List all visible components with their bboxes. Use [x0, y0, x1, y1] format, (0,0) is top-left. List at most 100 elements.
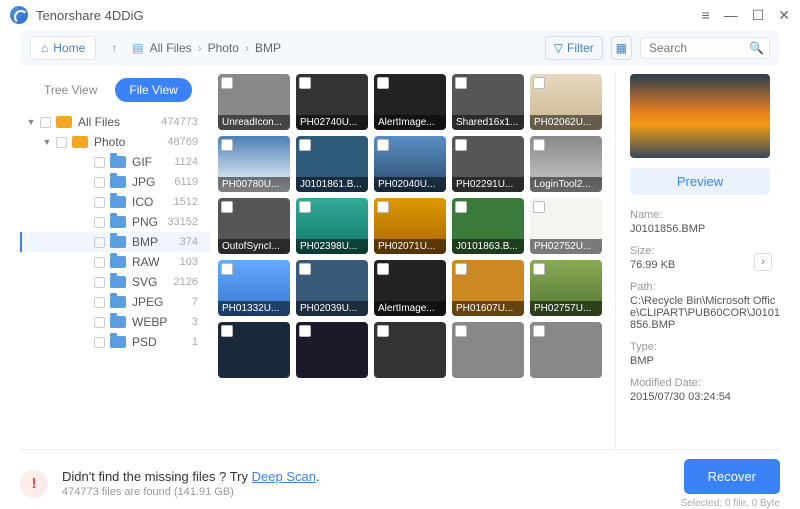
- tree-item-all-files[interactable]: ▼ All Files 474773: [20, 112, 210, 132]
- breadcrumb-item[interactable]: Photo: [208, 41, 239, 55]
- checkbox[interactable]: [377, 139, 389, 151]
- breadcrumb-item[interactable]: All Files: [150, 41, 192, 55]
- checkbox[interactable]: [533, 77, 545, 89]
- file-thumb[interactable]: [530, 322, 602, 378]
- checkbox[interactable]: [56, 137, 67, 148]
- home-button[interactable]: ⌂ Home: [30, 36, 96, 60]
- thumb-label: LoginTool2...: [530, 177, 602, 192]
- file-thumb[interactable]: OutofSyncI...: [218, 198, 290, 254]
- checkbox[interactable]: [299, 263, 311, 275]
- filter-button[interactable]: ▽ Filter: [545, 36, 603, 60]
- thumb-label: AlertImage...: [374, 115, 446, 130]
- file-thumb[interactable]: J0101863.B...: [452, 198, 524, 254]
- checkbox[interactable]: [94, 317, 105, 328]
- checkbox[interactable]: [94, 217, 105, 228]
- checkbox[interactable]: [299, 325, 311, 337]
- checkbox[interactable]: [299, 201, 311, 213]
- checkbox[interactable]: [299, 139, 311, 151]
- file-thumb[interactable]: [452, 322, 524, 378]
- checkbox[interactable]: [533, 201, 545, 213]
- close-icon[interactable]: ✕: [778, 7, 790, 24]
- minimize-icon[interactable]: —: [724, 7, 738, 24]
- checkbox[interactable]: [377, 263, 389, 275]
- file-thumb[interactable]: PH01332U...: [218, 260, 290, 316]
- checkbox[interactable]: [377, 77, 389, 89]
- file-thumb[interactable]: [374, 322, 446, 378]
- tree-count: 474773: [161, 116, 204, 128]
- thumb-label: AlertImage...: [374, 301, 446, 316]
- file-thumb[interactable]: PH01607U...: [452, 260, 524, 316]
- checkbox[interactable]: [299, 77, 311, 89]
- file-thumb[interactable]: PH02398U...: [296, 198, 368, 254]
- checkbox[interactable]: [221, 77, 233, 89]
- checkbox[interactable]: [40, 117, 51, 128]
- file-thumb[interactable]: LoginTool2...: [530, 136, 602, 192]
- tab-file-view[interactable]: File View: [115, 78, 191, 102]
- deep-scan-link[interactable]: Deep Scan: [252, 469, 316, 484]
- tree-item-png[interactable]: PNG 33152: [20, 212, 210, 232]
- checkbox[interactable]: [221, 201, 233, 213]
- tree-item-ico[interactable]: ICO 1512: [20, 192, 210, 212]
- expand-details-button[interactable]: ›: [754, 253, 772, 271]
- preview-button[interactable]: Preview: [630, 168, 770, 195]
- checkbox[interactable]: [94, 197, 105, 208]
- tree-item-jpg[interactable]: JPG 6119: [20, 172, 210, 192]
- checkbox[interactable]: [455, 325, 467, 337]
- tab-tree-view[interactable]: Tree View: [30, 78, 111, 102]
- file-thumb[interactable]: PH00780U...: [218, 136, 290, 192]
- tree-item-psd[interactable]: PSD 1: [20, 332, 210, 352]
- checkbox[interactable]: [221, 263, 233, 275]
- tree-label: PNG: [132, 215, 167, 229]
- tree-item-jpeg[interactable]: JPEG 7: [20, 292, 210, 312]
- file-thumb[interactable]: PH02291U...: [452, 136, 524, 192]
- checkbox[interactable]: [533, 139, 545, 151]
- checkbox[interactable]: [221, 139, 233, 151]
- checkbox[interactable]: [533, 325, 545, 337]
- file-thumb[interactable]: [296, 322, 368, 378]
- thumb-label: PH00780U...: [218, 177, 290, 192]
- maximize-icon[interactable]: ☐: [752, 7, 765, 24]
- file-thumb[interactable]: PH02752U...: [530, 198, 602, 254]
- file-thumb[interactable]: [218, 322, 290, 378]
- breadcrumb-item[interactable]: BMP: [255, 41, 281, 55]
- chevron-icon: ▼: [42, 137, 52, 147]
- file-thumb[interactable]: PH02740U...: [296, 74, 368, 130]
- checkbox[interactable]: [94, 337, 105, 348]
- file-thumb[interactable]: PH02757U...: [530, 260, 602, 316]
- file-thumb[interactable]: PH02062U...: [530, 74, 602, 130]
- warning-icon: !: [20, 470, 48, 498]
- file-thumb[interactable]: J0101861.B...: [296, 136, 368, 192]
- tree-item-bmp[interactable]: BMP 374: [20, 232, 210, 252]
- checkbox[interactable]: [221, 325, 233, 337]
- checkbox[interactable]: [94, 277, 105, 288]
- checkbox[interactable]: [377, 325, 389, 337]
- checkbox[interactable]: [377, 201, 389, 213]
- checkbox[interactable]: [455, 201, 467, 213]
- checkbox[interactable]: [94, 237, 105, 248]
- checkbox[interactable]: [533, 263, 545, 275]
- file-thumb[interactable]: PH02071U...: [374, 198, 446, 254]
- tree-item-raw[interactable]: RAW 103: [20, 252, 210, 272]
- file-thumb[interactable]: UnreadIcon...: [218, 74, 290, 130]
- file-thumb[interactable]: PH02040U...: [374, 136, 446, 192]
- file-thumb[interactable]: AlertImage...: [374, 74, 446, 130]
- recover-button[interactable]: Recover: [684, 459, 780, 494]
- tree-item-svg[interactable]: SVG 2126: [20, 272, 210, 292]
- up-button[interactable]: ↑: [106, 41, 122, 55]
- checkbox[interactable]: [94, 177, 105, 188]
- file-thumb[interactable]: Shared16x1...: [452, 74, 524, 130]
- menu-icon[interactable]: ≡: [702, 7, 710, 24]
- checkbox[interactable]: [455, 77, 467, 89]
- tree-item-webp[interactable]: WEBP 3: [20, 312, 210, 332]
- file-thumb[interactable]: PH02039U...: [296, 260, 368, 316]
- tree-item-gif[interactable]: GIF 1124: [20, 152, 210, 172]
- checkbox[interactable]: [94, 297, 105, 308]
- file-thumb[interactable]: AlertImage...: [374, 260, 446, 316]
- checkbox[interactable]: [455, 139, 467, 151]
- checkbox[interactable]: [94, 157, 105, 168]
- checkbox[interactable]: [94, 257, 105, 268]
- view-toggle-button[interactable]: ▦: [611, 36, 632, 60]
- folder-icon-icon: [109, 215, 127, 229]
- checkbox[interactable]: [455, 263, 467, 275]
- tree-item-photo[interactable]: ▼ Photo 48769: [20, 132, 210, 152]
